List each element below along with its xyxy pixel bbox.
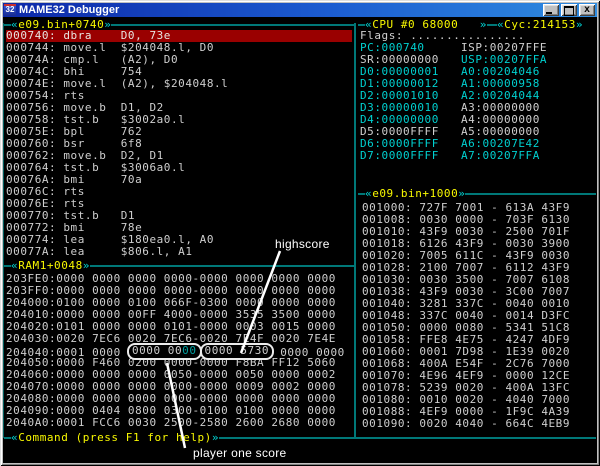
register-left: D7:0000FFFF xyxy=(360,150,461,162)
minimize-icon xyxy=(546,12,552,14)
rom-dump-view[interactable]: 001000: 727F 7001 - 613A 43F9001008: 003… xyxy=(362,202,570,430)
ram-dump-title: RAM1+0048 xyxy=(18,260,83,272)
highscore-oval: 0000 5730 xyxy=(200,343,275,360)
register-row[interactable]: D7:0000FFFFA7:00207FFA xyxy=(360,150,547,162)
maximize-icon xyxy=(564,6,574,16)
command-input-area[interactable] xyxy=(4,441,596,463)
chevron-right-icon: » xyxy=(83,260,90,272)
memory-row[interactable]: 001090: 0020 4040 - 664C 4EB9 xyxy=(362,418,570,430)
app-icon: 32 xyxy=(4,4,16,16)
disassembly-view[interactable]: 000740: dbra D0, 73e000744: move.l $2040… xyxy=(6,30,352,258)
close-button[interactable]: x xyxy=(579,4,595,16)
player-one-annotation: player one score xyxy=(193,446,287,460)
memory-cursor: 00 xyxy=(182,344,196,357)
chevron-right-icon: » xyxy=(576,19,583,31)
debugger-client-area: «e09.bin+0740» 000740: dbra D0, 73e00074… xyxy=(3,17,597,463)
memory-row[interactable]: 2040A0:0001 FCC6 0030 2500-2580 2600 268… xyxy=(6,417,352,429)
highscore-annotation: highscore xyxy=(275,237,330,251)
chevron-left-icon: « xyxy=(11,260,18,272)
title-bar[interactable]: 32 MAME32 Debugger x xyxy=(3,3,597,17)
maximize-button[interactable] xyxy=(561,4,577,16)
minimize-button[interactable] xyxy=(543,4,559,16)
chevron-left-icon: « xyxy=(365,188,372,200)
close-icon: x xyxy=(579,4,595,16)
panel-divider xyxy=(354,23,356,438)
rom-dump-header: «e09.bin+1000» xyxy=(358,188,596,200)
ram-dump-header: «RAM1+0048» xyxy=(4,260,354,272)
player-one-score-oval: 0000 0000 xyxy=(127,343,202,360)
mame32-debugger-window: 32 MAME32 Debugger x «e09.bin+0740» 0007… xyxy=(0,0,600,466)
left-panel-border xyxy=(3,23,4,438)
rom-dump-title: e09.bin+1000 xyxy=(372,188,458,200)
ram-dump-view[interactable]: 203FE0:0000 0000 0000 0000-0000 0000 000… xyxy=(6,273,352,429)
register-view[interactable]: Flags: ................PC:000740ISP:0020… xyxy=(360,30,547,162)
window-title: MAME32 Debugger xyxy=(19,4,543,16)
chevron-right-icon: » xyxy=(458,188,465,200)
register-right: A7:00207FFA xyxy=(461,149,540,162)
